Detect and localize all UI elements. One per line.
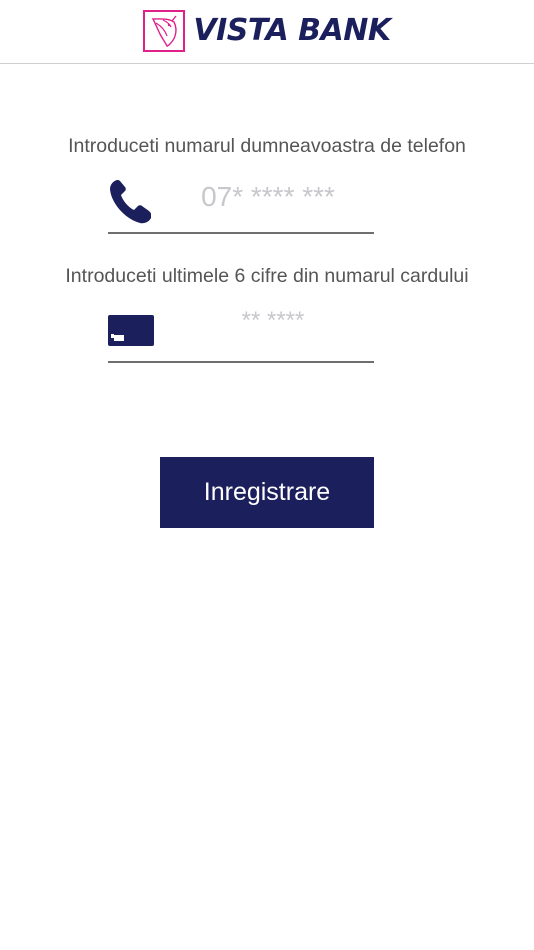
horse-head-logo-icon <box>143 9 186 52</box>
phone-input[interactable] <box>178 177 358 217</box>
register-button[interactable]: Inregistrare <box>160 457 374 528</box>
credit-card-icon <box>108 315 154 346</box>
brand-logo: VISTA BANK <box>143 9 391 52</box>
registration-screen: VISTA BANK Introduceti numarul dumneavoa… <box>0 0 534 950</box>
phone-icon <box>110 180 151 224</box>
brand-name: VISTA BANK <box>193 13 391 48</box>
phone-field[interactable] <box>108 172 374 234</box>
app-header: VISTA BANK <box>0 0 534 64</box>
card-digits-input[interactable] <box>198 304 348 338</box>
card-field[interactable] <box>108 301 374 363</box>
card-label: Introduceti ultimele 6 cifre din numarul… <box>65 265 469 287</box>
phone-label: Introduceti numarul dumneavoastra de tel… <box>68 135 466 157</box>
